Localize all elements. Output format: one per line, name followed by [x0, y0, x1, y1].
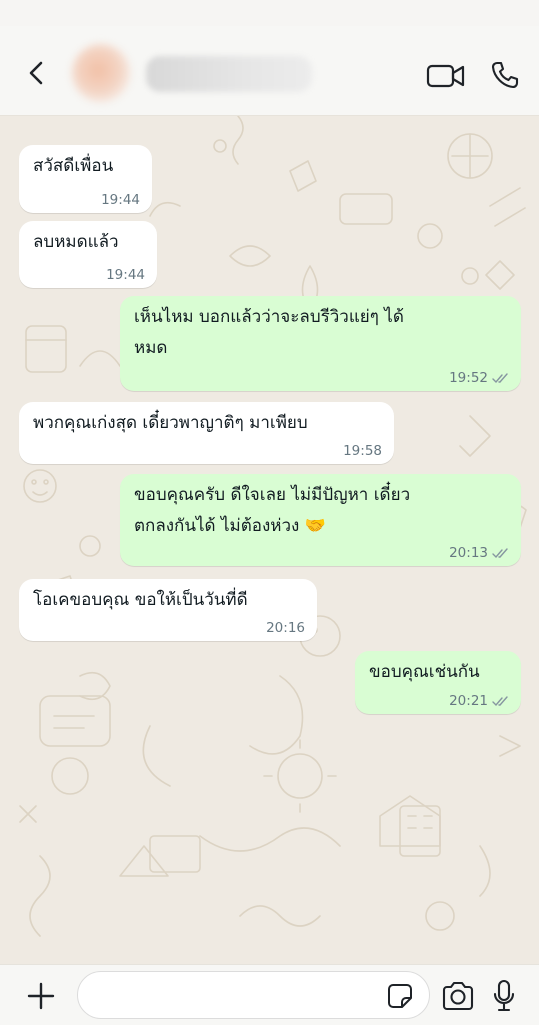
message-input-box[interactable]	[77, 971, 430, 1019]
camera-button[interactable]	[441, 981, 475, 1011]
message-text: สวัสดีเพื่อน	[33, 156, 114, 176]
microphone-icon	[493, 979, 515, 1012]
video-camera-icon	[426, 64, 465, 88]
message-bubble-incoming[interactable]: พวกคุณเก่งสุด เดี๋ยวพาญาติๆ มาเพียบ 19:5…	[19, 402, 394, 464]
message-bubble-outgoing[interactable]: ขอบคุณเช่นกัน 20:21	[355, 651, 521, 714]
phone-icon	[491, 61, 519, 89]
message-bubble-incoming[interactable]: โอเคขอบคุณ ขอให้เป็นวันที่ดี 20:16	[19, 579, 317, 641]
plus-icon	[27, 982, 55, 1010]
message-bubble-incoming[interactable]: ลบหมดแล้ว 19:44	[19, 221, 157, 288]
message-time: 20:16	[266, 620, 305, 636]
message-meta: 20:16	[266, 620, 305, 636]
message-time: 20:21	[449, 693, 488, 709]
message-time: 19:52	[449, 370, 488, 386]
camera-icon	[442, 981, 474, 1011]
message-input[interactable]	[96, 980, 386, 1012]
video-call-button[interactable]	[426, 62, 466, 90]
composer-bar	[0, 964, 539, 1025]
sticker-button[interactable]	[387, 983, 413, 1009]
sticker-icon	[388, 984, 412, 1008]
message-line: เห็นไหม บอกแล้วว่าจะลบรีวิวแย่ๆ ได้	[134, 307, 404, 327]
chevron-left-icon	[29, 61, 43, 85]
message-bubble-outgoing[interactable]: ขอบคุณครับ ดีใจเลย ไม่มีปัญหา เดี๋ยว ตกล…	[120, 474, 521, 566]
chat-screen: สวัสดีเพื่อน 19:44 ลบหมดแล้ว 19:44 เห็นไ…	[0, 0, 539, 1025]
double-check-icon	[492, 547, 508, 558]
message-text: ขอบคุณครับ ดีใจเลย ไม่มีปัญหา เดี๋ยว ตกล…	[120, 474, 521, 542]
message-line: ขอบคุณครับ ดีใจเลย ไม่มีปัญหา เดี๋ยว	[134, 485, 411, 505]
message-line: ตกลงกันได้ ไม่ต้องห่วง 🤝	[134, 516, 326, 536]
message-bubble-incoming[interactable]: สวัสดีเพื่อน 19:44	[19, 145, 152, 213]
message-text: ลบหมดแล้ว	[33, 232, 119, 252]
double-check-icon	[492, 372, 508, 383]
microphone-button[interactable]	[492, 979, 516, 1013]
contact-name[interactable]	[146, 56, 312, 92]
message-meta: 19:52	[449, 370, 509, 386]
voice-call-button[interactable]	[490, 60, 520, 90]
message-bubble-outgoing[interactable]: เห็นไหม บอกแล้วว่าจะลบรีวิวแย่ๆ ได้ หมด …	[120, 296, 521, 391]
message-meta: 20:13	[449, 545, 509, 561]
message-text: โอเคขอบคุณ ขอให้เป็นวันที่ดี	[33, 590, 248, 610]
chat-header	[0, 26, 539, 116]
back-button[interactable]	[24, 60, 50, 86]
message-text: พวกคุณเก่งสุด เดี๋ยวพาญาติๆ มาเพียบ	[33, 413, 308, 433]
message-meta: 19:44	[101, 192, 140, 208]
message-text: เห็นไหม บอกแล้วว่าจะลบรีวิวแย่ๆ ได้ หมด	[120, 296, 521, 364]
message-meta: 19:58	[343, 443, 382, 459]
message-list[interactable]: สวัสดีเพื่อน 19:44 ลบหมดแล้ว 19:44 เห็นไ…	[0, 116, 539, 964]
message-time: 19:44	[106, 267, 145, 283]
message-meta: 19:44	[106, 267, 145, 283]
message-time: 20:13	[449, 545, 488, 561]
message-line: หมด	[134, 338, 168, 358]
contact-avatar[interactable]	[72, 44, 130, 102]
attach-button[interactable]	[26, 981, 56, 1011]
message-meta: 20:21	[449, 693, 509, 709]
status-bar	[0, 0, 539, 26]
message-time: 19:58	[343, 443, 382, 459]
message-text: ขอบคุณเช่นกัน	[369, 662, 480, 682]
message-time: 19:44	[101, 192, 140, 208]
double-check-icon	[492, 695, 508, 706]
